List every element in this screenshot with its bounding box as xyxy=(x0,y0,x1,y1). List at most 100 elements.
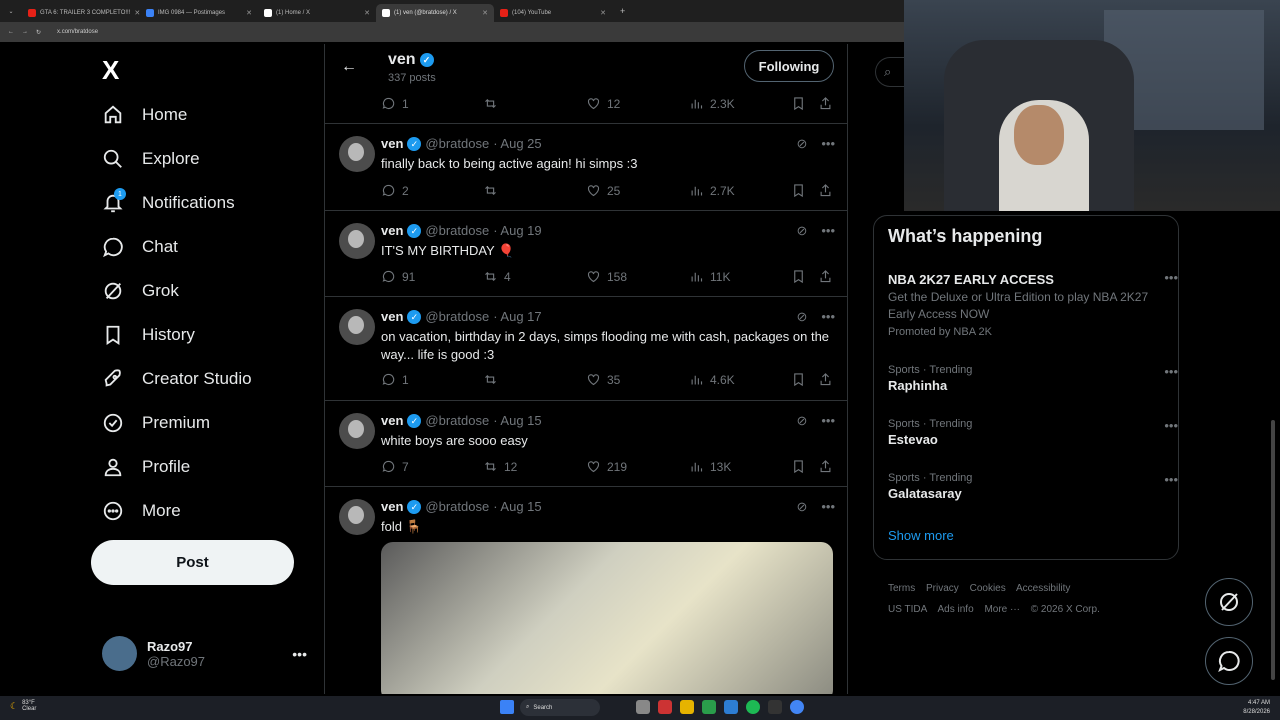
repost-button[interactable]: 12 xyxy=(483,459,517,474)
footer-link-tida[interactable]: US TIDA xyxy=(888,604,927,615)
url-field[interactable]: x.com/bratdose xyxy=(57,29,98,35)
grok-icon[interactable]: ⊘ xyxy=(796,499,807,515)
account-switcher[interactable]: Razo97 @Razo97 ••• xyxy=(102,636,307,671)
sidebar-item-home[interactable]: Home xyxy=(102,104,187,126)
sidebar-item-notifications[interactable]: 1 Notifications xyxy=(102,188,235,214)
tweet[interactable]: ven ✓ @bratdose · Aug 15 ⊘ ••• fold 🪑 xyxy=(325,487,847,694)
like-button[interactable]: 219 xyxy=(586,459,627,474)
share-button[interactable] xyxy=(818,459,833,474)
close-tab-icon[interactable]: ✕ xyxy=(246,9,252,17)
search-field[interactable]: ⌕ xyxy=(875,57,905,87)
store-icon[interactable] xyxy=(724,700,738,714)
footer-link-ads[interactable]: Ads info xyxy=(938,604,974,615)
grok-icon[interactable]: ⊘ xyxy=(796,309,807,325)
browser-tab[interactable]: (104) YouTube ✕ xyxy=(494,4,612,22)
post-button[interactable]: Post xyxy=(91,540,294,585)
scrollbar[interactable] xyxy=(1271,420,1275,680)
footer-link-privacy[interactable]: Privacy xyxy=(926,583,959,594)
chrome-active-icon[interactable] xyxy=(790,700,804,714)
taskbar-search[interactable]: ⌕ Search xyxy=(520,699,600,716)
reply-button[interactable]: 7 xyxy=(381,459,409,474)
task-view-icon[interactable] xyxy=(636,700,650,714)
close-tab-icon[interactable]: ✕ xyxy=(364,9,370,17)
tweet[interactable]: ven ✓ @bratdose · Aug 15 ⊘ ••• white boys ar… xyxy=(325,401,847,487)
views-button[interactable]: 2.7K xyxy=(689,183,735,198)
sidebar-item-explore[interactable]: Explore xyxy=(102,148,200,170)
more-horizontal-icon[interactable]: ••• xyxy=(821,413,835,429)
file-explorer-icon[interactable] xyxy=(680,700,694,714)
avatar[interactable] xyxy=(339,136,375,172)
share-button[interactable] xyxy=(818,96,833,111)
like-button[interactable]: 25 xyxy=(586,183,620,198)
repost-button[interactable] xyxy=(483,183,504,198)
sidebar-item-grok[interactable]: Grok xyxy=(102,280,179,302)
app-icon[interactable] xyxy=(658,700,672,714)
sidebar-item-history[interactable]: History xyxy=(102,324,195,346)
chrome-icon[interactable] xyxy=(702,700,716,714)
grok-icon[interactable]: ⊘ xyxy=(796,223,807,239)
more-horizontal-icon[interactable]: ••• xyxy=(1164,364,1178,379)
x-logo[interactable]: X xyxy=(102,55,119,86)
avatar[interactable] xyxy=(339,499,375,535)
sidebar-item-chat[interactable]: Chat xyxy=(102,236,178,258)
avatar[interactable] xyxy=(339,309,375,345)
grok-fab-button[interactable] xyxy=(1205,578,1253,626)
bookmark-button[interactable] xyxy=(791,372,806,387)
like-button[interactable]: 35 xyxy=(586,372,620,387)
messages-fab-button[interactable] xyxy=(1205,637,1253,685)
repost-button[interactable]: 4 xyxy=(483,269,511,284)
weather-widget[interactable]: ☾ 83°F Clear xyxy=(10,700,36,712)
share-button[interactable] xyxy=(818,269,833,284)
bookmark-button[interactable] xyxy=(791,459,806,474)
bookmark-button[interactable] xyxy=(791,269,806,284)
more-horizontal-icon[interactable]: ••• xyxy=(1164,270,1178,285)
like-button[interactable]: 12 xyxy=(586,96,620,111)
reply-button[interactable]: 1 xyxy=(381,372,409,387)
footer-link-accessibility[interactable]: Accessibility xyxy=(1016,583,1070,594)
reload-icon[interactable]: ↻ xyxy=(36,29,41,36)
bookmark-button[interactable] xyxy=(791,96,806,111)
back-icon[interactable]: ← xyxy=(8,29,14,35)
footer-link-terms[interactable]: Terms xyxy=(888,583,915,594)
sidebar-item-more[interactable]: More xyxy=(102,500,181,522)
trend-item[interactable]: Sports · Trending Raphinha ••• xyxy=(888,364,1178,393)
back-arrow-icon[interactable]: ← xyxy=(341,58,357,76)
trend-item[interactable]: Sports · Trending Estevao ••• xyxy=(888,418,1178,447)
avatar[interactable] xyxy=(339,223,375,259)
show-more-link[interactable]: Show more xyxy=(888,528,954,543)
close-tab-icon[interactable]: ✕ xyxy=(482,9,488,17)
views-button[interactable]: 11K xyxy=(689,269,730,284)
browser-tab[interactable]: (1) Home / X ✕ xyxy=(258,4,376,22)
share-button[interactable] xyxy=(818,372,833,387)
terminal-icon[interactable] xyxy=(768,700,782,714)
sidebar-item-premium[interactable]: Premium xyxy=(102,412,210,434)
browser-tab[interactable]: IMG 0984 — Postimages ✕ xyxy=(140,4,258,22)
share-button[interactable] xyxy=(818,183,833,198)
new-tab-icon[interactable]: + xyxy=(612,6,625,16)
tweet[interactable]: ven ✓ @bratdose · Aug 19 ⊘ ••• IT'S MY BIRTH… xyxy=(325,211,847,297)
views-button[interactable]: 13K xyxy=(689,459,731,474)
reply-button[interactable]: 91 xyxy=(381,269,415,284)
footer-link-more[interactable]: More ··· xyxy=(984,604,1020,615)
sidebar-item-profile[interactable]: Profile xyxy=(102,456,190,478)
trend-item[interactable]: NBA 2K27 EARLY ACCESS Get the Deluxe or … xyxy=(888,270,1178,338)
more-horizontal-icon[interactable]: ••• xyxy=(821,499,835,515)
spotify-icon[interactable] xyxy=(746,700,760,714)
close-tab-icon[interactable]: ✕ xyxy=(600,9,606,17)
browser-tab-active[interactable]: (1) ven (@bratdose) / X ✕ xyxy=(376,3,494,22)
forward-icon[interactable]: → xyxy=(22,29,28,35)
grok-icon[interactable]: ⊘ xyxy=(796,136,807,152)
grok-icon[interactable]: ⊘ xyxy=(796,413,807,429)
more-horizontal-icon[interactable]: ••• xyxy=(821,309,835,325)
reply-button[interactable]: 1 xyxy=(381,96,409,111)
tab-list-icon[interactable]: ⌄ xyxy=(0,8,22,15)
more-horizontal-icon[interactable]: ••• xyxy=(821,223,835,239)
sidebar-item-creator-studio[interactable]: Creator Studio xyxy=(102,368,252,390)
clock[interactable]: 4:47 AM 8/28/2026 xyxy=(1243,699,1270,717)
start-icon[interactable] xyxy=(500,700,514,714)
more-horizontal-icon[interactable]: ••• xyxy=(1164,472,1178,487)
repost-button[interactable] xyxy=(483,96,504,111)
profile-timeline[interactable]: ← ven ✓ 337 posts Following 1 12 2.3K ven… xyxy=(324,44,848,694)
footer-link-cookies[interactable]: Cookies xyxy=(970,583,1006,594)
following-button[interactable]: Following xyxy=(744,50,834,82)
